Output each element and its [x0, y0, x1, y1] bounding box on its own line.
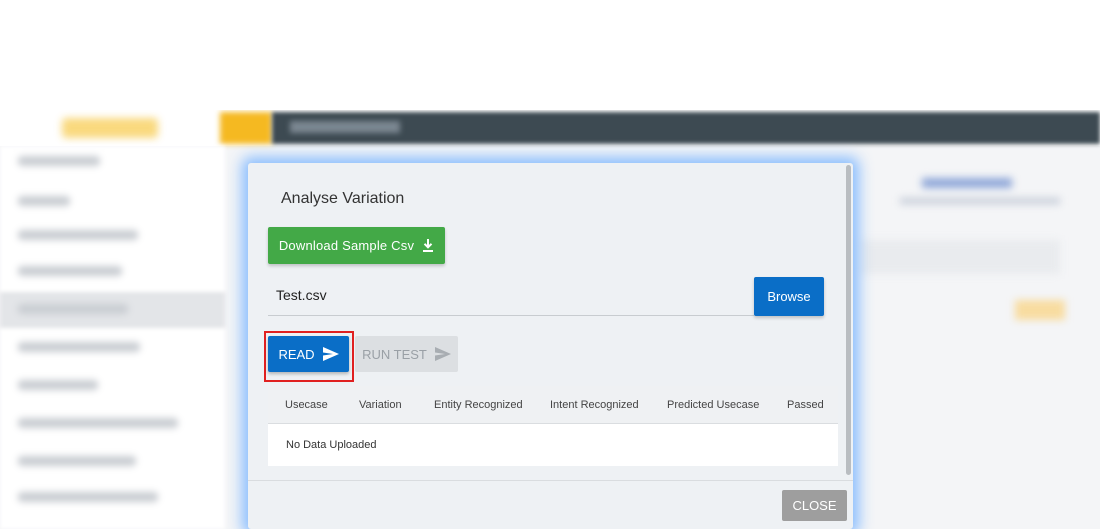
download-button-label: Download Sample Csv — [278, 238, 415, 253]
background-sidebar-item — [18, 456, 136, 466]
download-icon — [422, 239, 434, 252]
column-header-usecase: Usecase — [285, 399, 328, 411]
read-button[interactable]: READ — [268, 336, 349, 372]
background-sidebar-item — [18, 418, 178, 428]
background-sidebar-item — [18, 342, 140, 352]
send-icon — [434, 347, 451, 361]
analyse-variation-dialog: Analyse Variation Download Sample Csv Br… — [248, 163, 853, 529]
background-sidebar-item — [18, 304, 128, 314]
column-header-passed: Passed — [787, 399, 824, 411]
table-header: Usecase Variation Entity Recognized Inte… — [268, 386, 838, 424]
background-header-title — [290, 121, 400, 133]
column-header-entity-recognized: Entity Recognized — [434, 399, 523, 411]
file-name-input[interactable] — [276, 287, 746, 303]
background-sidebar-item — [18, 230, 138, 240]
dialog-footer-divider — [248, 480, 853, 481]
column-header-variation: Variation — [359, 399, 402, 411]
column-header-predicted-usecase: Predicted Usecase — [667, 399, 760, 411]
dialog-scrollbar[interactable] — [846, 165, 851, 475]
background-sidebar-item — [18, 380, 98, 390]
dialog-title: Analyse Variation — [281, 190, 405, 207]
file-field — [268, 277, 754, 316]
background-topbar — [0, 110, 1100, 146]
run-test-button[interactable]: RUN TEST — [355, 336, 458, 372]
background-sidebar-item — [18, 266, 122, 276]
browse-button[interactable]: Browse — [754, 277, 824, 316]
send-icon — [322, 347, 339, 361]
background-sidebar — [0, 146, 225, 529]
download-sample-csv-button[interactable]: Download Sample Csv — [268, 227, 445, 264]
run-test-button-label: RUN TEST — [362, 346, 427, 362]
column-header-intent-recognized: Intent Recognized — [550, 399, 639, 411]
background-logo — [62, 118, 158, 138]
background-sidebar-item — [18, 196, 70, 206]
background-sidebar-item — [18, 156, 100, 166]
background-content — [860, 150, 1090, 529]
close-button[interactable]: CLOSE — [782, 490, 847, 521]
background-menu-toggle — [220, 112, 272, 144]
read-button-label: READ — [278, 346, 315, 362]
table-empty-message: No Data Uploaded — [286, 439, 377, 451]
background-badge — [1015, 300, 1065, 320]
background-sidebar-item — [18, 492, 158, 502]
background-text — [900, 198, 1060, 204]
background-link — [922, 178, 1012, 188]
results-table: Usecase Variation Entity Recognized Inte… — [268, 386, 838, 466]
background-panel — [860, 240, 1060, 274]
